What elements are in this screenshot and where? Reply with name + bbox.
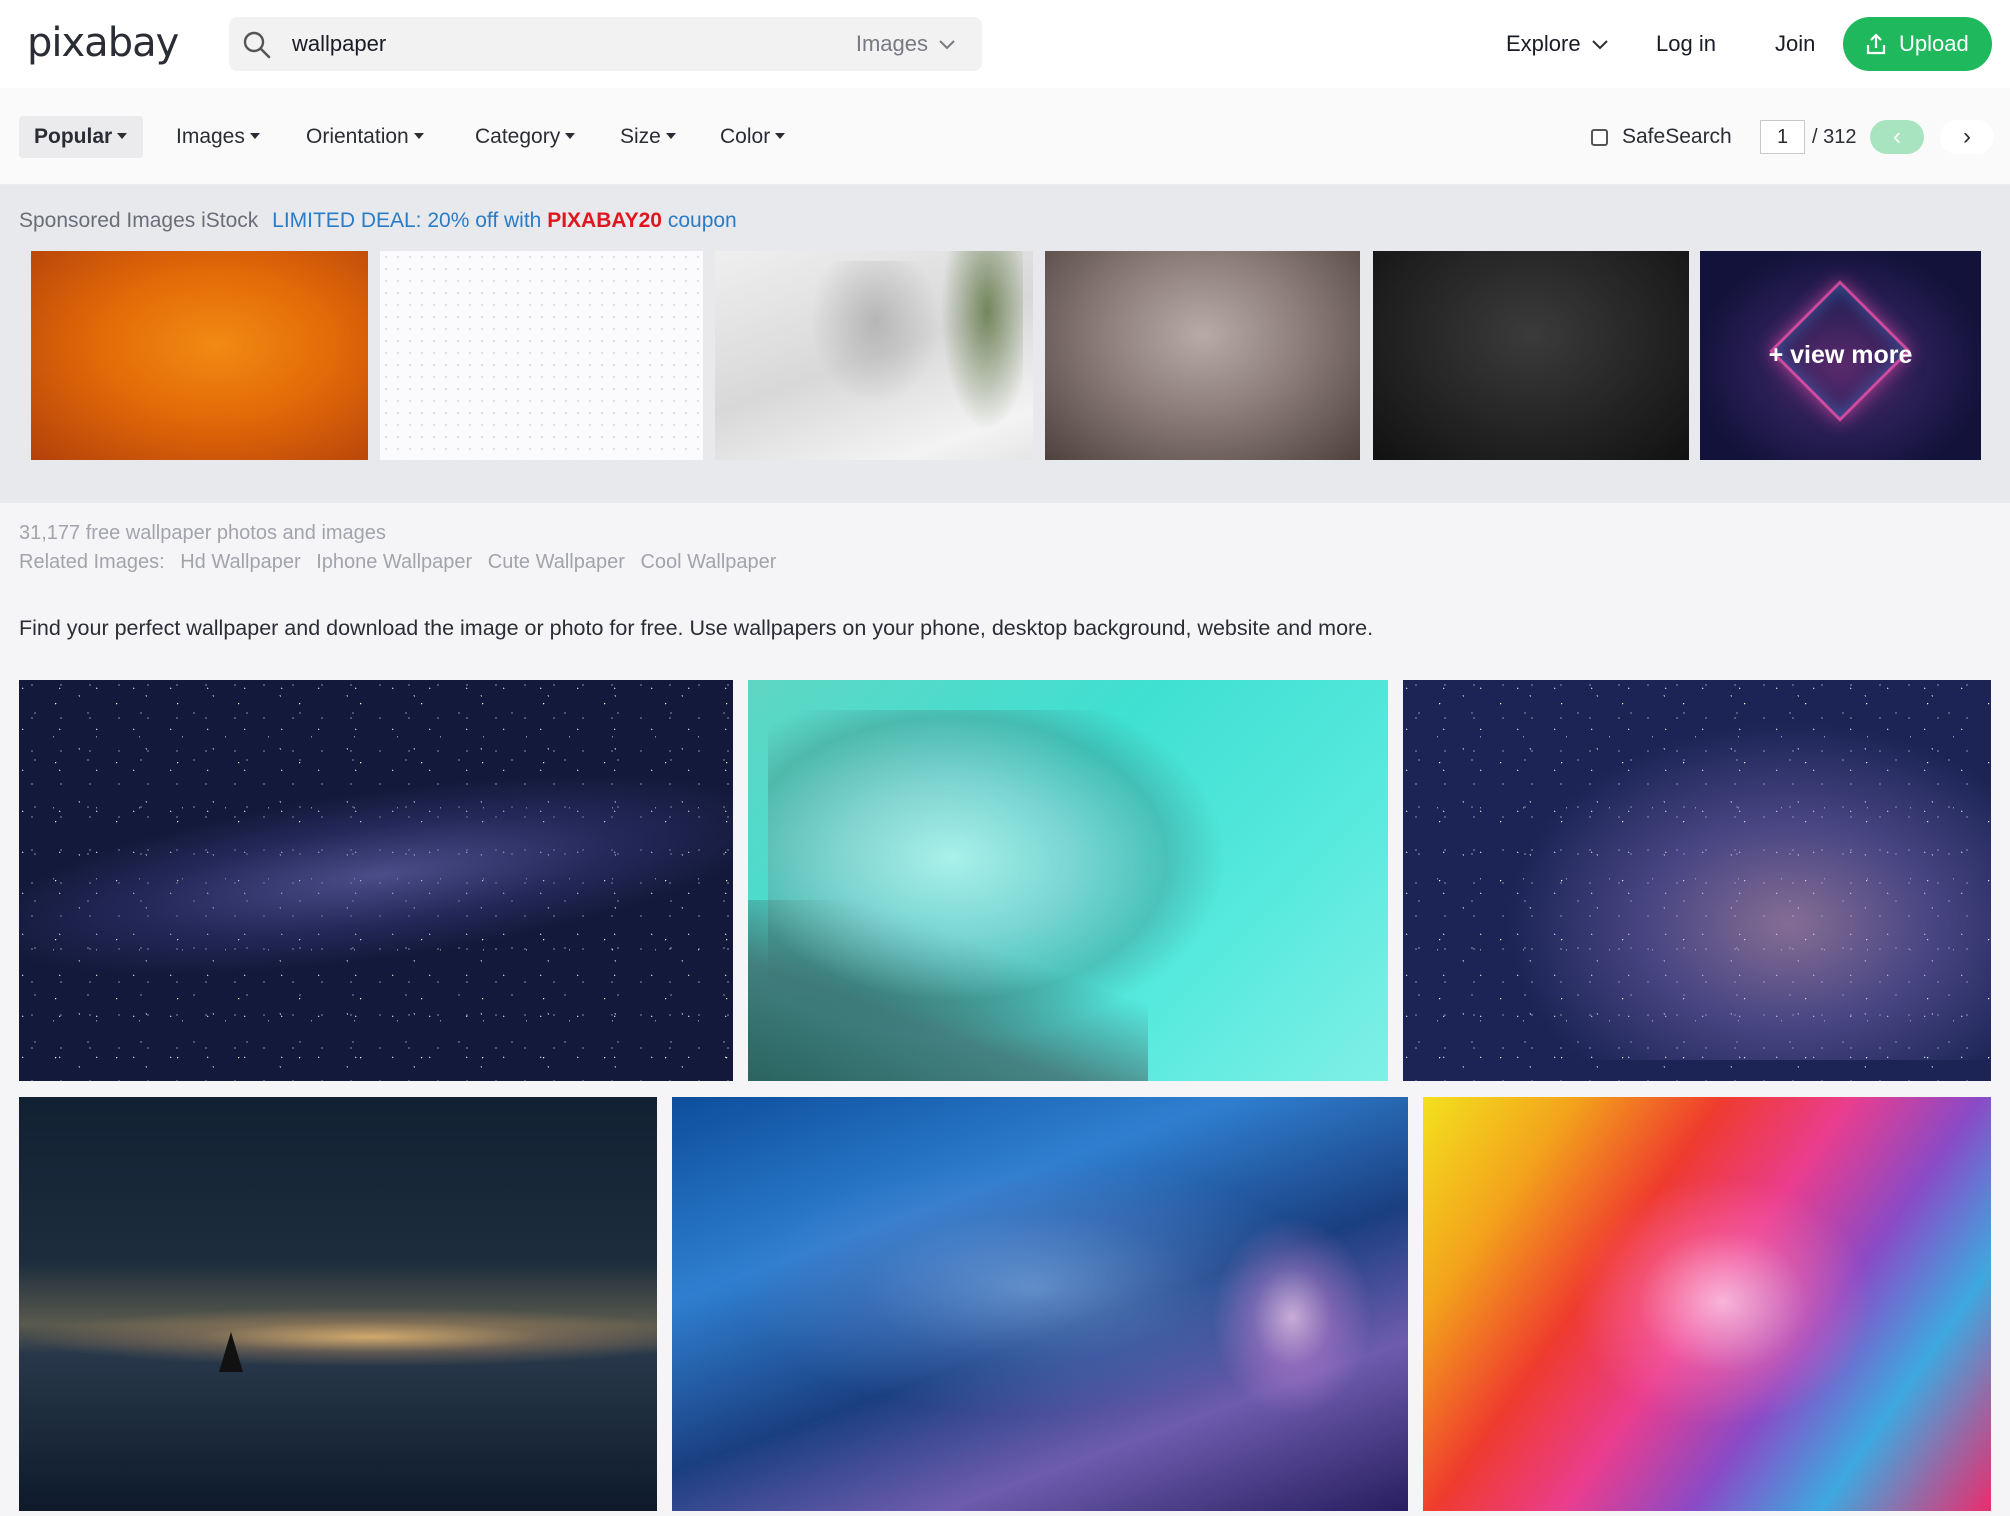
caret-down-icon	[117, 132, 128, 139]
search-bar[interactable]: wallpaper Images	[229, 17, 982, 71]
explore-menu[interactable]: Explore	[1506, 22, 1609, 66]
sponsored-image[interactable]	[31, 251, 368, 460]
sponsored-image[interactable]	[380, 251, 703, 460]
sponsored-image[interactable]	[715, 251, 1033, 460]
search-icon[interactable]	[241, 29, 273, 61]
filter-category[interactable]: Category	[475, 116, 576, 158]
search-input[interactable]: wallpaper	[292, 17, 386, 71]
related-link[interactable]: Cool Wallpaper	[640, 551, 776, 573]
caret-down-icon	[565, 132, 576, 139]
caret-down-icon	[413, 132, 424, 139]
sponsored-source: Sponsored Images iStock	[19, 209, 259, 232]
safesearch-label[interactable]: SafeSearch	[1622, 116, 1732, 158]
page-number-input[interactable]: 1	[1760, 120, 1805, 154]
sponsored-image[interactable]	[1045, 251, 1360, 460]
prev-page-button[interactable]: ‹	[1870, 120, 1924, 154]
filter-label: Category	[475, 125, 561, 148]
chevron-down-icon	[939, 40, 955, 50]
gallery-image[interactable]	[672, 1097, 1408, 1511]
caret-down-icon	[249, 132, 260, 139]
filter-popular[interactable]: Popular	[19, 116, 143, 158]
gallery-image[interactable]	[1403, 680, 1991, 1081]
gallery-image[interactable]	[19, 680, 733, 1081]
results-count: 31,177 free wallpaper photos and images	[19, 522, 386, 544]
explore-label: Explore	[1506, 31, 1581, 56]
search-type-label: Images	[855, 31, 928, 56]
filter-label: Color	[720, 125, 771, 148]
caret-down-icon	[665, 132, 676, 139]
filter-orientation[interactable]: Orientation	[306, 116, 424, 158]
upload-button[interactable]: Upload	[1843, 17, 1992, 71]
upload-label: Upload	[1899, 31, 1969, 56]
view-more-tile[interactable]: + view more	[1700, 251, 1981, 460]
related-label: Related Images:	[19, 551, 165, 573]
filter-label: Orientation	[306, 125, 409, 148]
deal-link[interactable]: LIMITED DEAL: 20% off with PIXABAY20 cou…	[272, 209, 737, 232]
safesearch-checkbox[interactable]	[1591, 129, 1608, 146]
sponsored-image[interactable]	[1373, 251, 1689, 460]
gallery-image[interactable]	[19, 1097, 657, 1511]
deal-prefix: LIMITED DEAL: 20% off with	[272, 209, 542, 232]
search-type-dropdown[interactable]: Images	[856, 17, 956, 71]
gallery-image[interactable]	[748, 680, 1388, 1081]
filter-label: Size	[620, 125, 661, 148]
login-link[interactable]: Log in	[1656, 22, 1716, 66]
sponsored-section: Sponsored Images iStock LIMITED DEAL: 20…	[0, 185, 2010, 503]
pixabay-logo[interactable]: pixabay	[27, 18, 179, 68]
related-link[interactable]: Iphone Wallpaper	[316, 551, 472, 573]
related-images: Related Images: Hd Wallpaper Iphone Wall…	[19, 547, 786, 577]
caret-down-icon	[775, 132, 786, 139]
filter-images[interactable]: Images	[176, 116, 260, 158]
view-more-label: + view more	[1768, 341, 1913, 369]
coupon-code: PIXABAY20	[547, 209, 662, 232]
sponsored-label: Sponsored Images iStock LIMITED DEAL: 20…	[19, 205, 737, 237]
related-link[interactable]: Cute Wallpaper	[488, 551, 625, 573]
filter-size[interactable]: Size	[620, 116, 676, 158]
filter-label: Images	[176, 125, 245, 148]
join-link[interactable]: Join	[1775, 22, 1815, 66]
gallery-image[interactable]	[1423, 1097, 1991, 1511]
next-page-button[interactable]: ›	[1940, 120, 1994, 154]
upload-icon	[1866, 33, 1886, 55]
deal-suffix: coupon	[667, 209, 737, 232]
chevron-down-icon	[1591, 40, 1608, 50]
filter-label: Popular	[34, 125, 113, 148]
filter-color[interactable]: Color	[720, 116, 786, 158]
top-header: pixabay wallpaper Images Explore Log in …	[0, 0, 2010, 88]
page-description: Find your perfect wallpaper and download…	[19, 616, 1374, 640]
related-link[interactable]: Hd Wallpaper	[180, 551, 300, 573]
page-total: / 312	[1812, 126, 1857, 148]
